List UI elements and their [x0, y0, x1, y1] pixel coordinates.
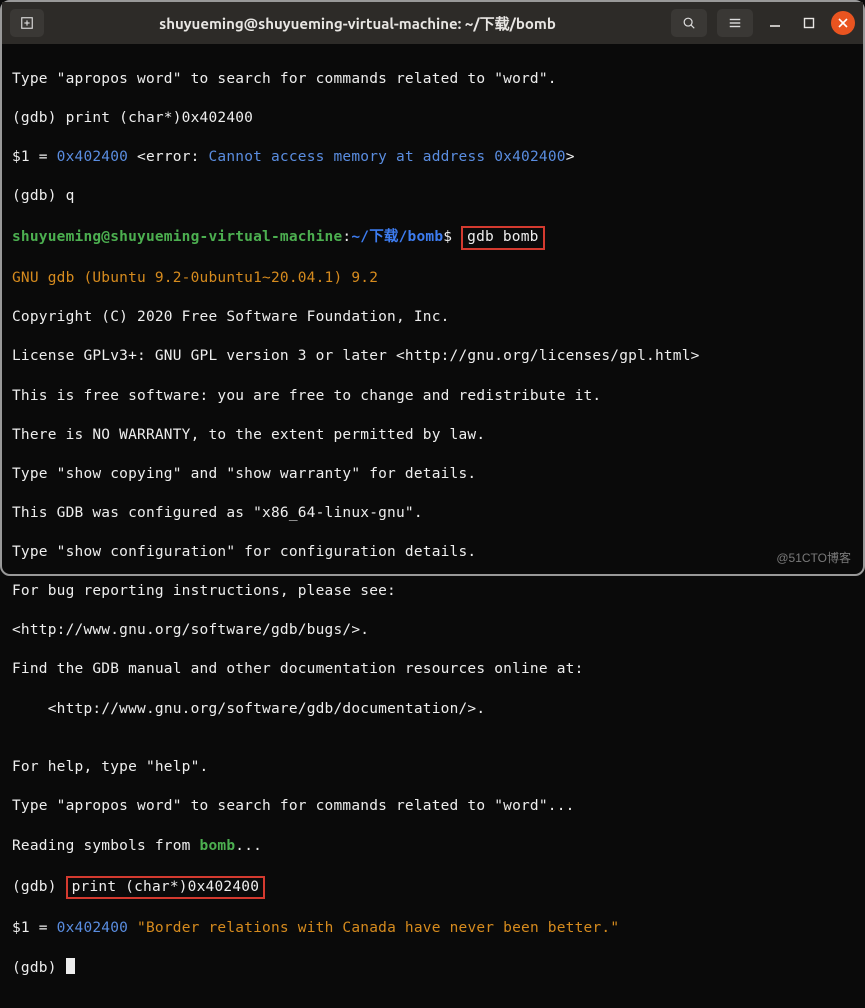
text: : [342, 229, 351, 245]
output-line: <http://www.gnu.org/software/gdb/bugs/>. [12, 621, 853, 641]
output-line: For help, type "help". [12, 758, 853, 778]
output-line: Type "apropos word" to search for comman… [12, 70, 853, 90]
new-tab-button[interactable] [10, 9, 44, 37]
address: 0x402400 [57, 149, 128, 165]
output-line: (gdb) print (char*)0x402400 [12, 109, 853, 129]
output-line: This is free software: you are free to c… [12, 387, 853, 407]
highlighted-command: print (char*)0x402400 [66, 876, 266, 900]
output-line: <http://www.gnu.org/software/gdb/documen… [12, 700, 853, 720]
output-line: License GPLv3+: GNU GPL version 3 or lat… [12, 347, 853, 367]
text: $1 = [12, 149, 57, 165]
output-line: Find the GDB manual and other documentat… [12, 660, 853, 680]
output-line: This GDB was configured as "x86_64-linux… [12, 504, 853, 524]
terminal-output[interactable]: Type "apropos word" to search for comman… [2, 44, 863, 1008]
error-text: Cannot access memory at address 0x402400 [208, 149, 565, 165]
hamburger-icon [728, 16, 742, 30]
text: ... [235, 838, 262, 854]
close-icon [838, 18, 848, 28]
cursor [66, 958, 75, 974]
output-line: Type "apropos word" to search for comman… [12, 797, 853, 817]
output-line: (gdb) q [12, 187, 853, 207]
highlighted-command: gdb bomb [461, 226, 544, 250]
watermark: @51CTO博客 [776, 549, 851, 566]
output-line: Type "show configuration" for configurat… [12, 543, 853, 563]
maximize-button[interactable] [797, 11, 821, 35]
output-line: (gdb) [12, 958, 853, 979]
minimize-button[interactable] [763, 11, 787, 35]
gdb-prompt: (gdb) [12, 879, 66, 895]
prompt-line: shuyueming@shuyueming-virtual-machine:~/… [12, 226, 853, 250]
output-line: There is NO WARRANTY, to the extent perm… [12, 426, 853, 446]
output-line: GNU gdb (Ubuntu 9.2-0ubuntu1~20.04.1) 9.… [12, 269, 853, 289]
titlebar-actions [671, 9, 855, 37]
gdb-prompt: (gdb) [12, 960, 66, 976]
output-line: $1 = 0x402400 <error: Cannot access memo… [12, 148, 853, 168]
new-tab-icon [20, 16, 34, 30]
string-value: "Border relations with Canada have never… [128, 920, 619, 936]
output-line: Copyright (C) 2020 Free Software Foundat… [12, 308, 853, 328]
output-line: $1 = 0x402400 "Border relations with Can… [12, 919, 853, 939]
output-line: (gdb) print (char*)0x402400 [12, 876, 853, 900]
search-button[interactable] [671, 9, 707, 37]
text: <error: [128, 149, 208, 165]
text: > [566, 149, 575, 165]
prompt-user: shuyueming@shuyueming-virtual-machine [12, 229, 342, 245]
text: Reading symbols from [12, 838, 200, 854]
output-line: Type "show copying" and "show warranty" … [12, 465, 853, 485]
close-button[interactable] [831, 11, 855, 35]
output-line: Reading symbols from bomb... [12, 837, 853, 857]
output-line: For bug reporting instructions, please s… [12, 582, 853, 602]
prompt-path: ~/下载/bomb [351, 229, 443, 245]
address: 0x402400 [57, 920, 128, 936]
maximize-icon [803, 17, 815, 29]
search-icon [682, 16, 696, 30]
filename: bomb [200, 838, 236, 854]
text: $ [443, 229, 461, 245]
window-title: shuyueming@shuyueming-virtual-machine: ~… [56, 13, 659, 34]
titlebar: shuyueming@shuyueming-virtual-machine: ~… [2, 2, 863, 44]
minimize-icon [769, 17, 781, 29]
menu-button[interactable] [717, 9, 753, 37]
text: $1 = [12, 920, 57, 936]
